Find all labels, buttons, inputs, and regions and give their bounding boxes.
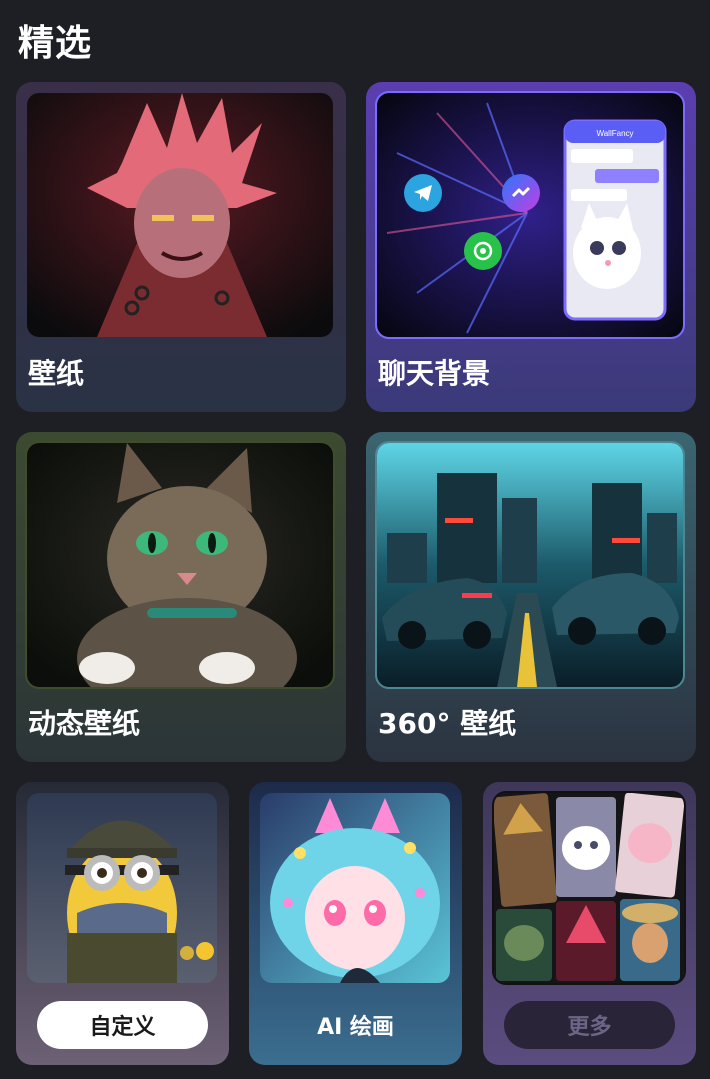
live-wallpaper-card-label: 动态壁纸	[28, 707, 141, 740]
wallpaper-card-label: 壁纸	[28, 357, 85, 390]
chat-background-thumbnail: WallFancy	[375, 91, 685, 339]
whatsapp-icon	[464, 232, 502, 270]
section-title: 精选	[18, 23, 93, 64]
wallpaper-360-card-label: 360° 壁纸	[378, 707, 517, 740]
more-button[interactable]: 更多	[504, 1001, 675, 1049]
chat-background-card[interactable]: WallFancy 聊天背景	[366, 82, 696, 412]
telegram-icon	[404, 174, 442, 212]
messenger-icon	[502, 174, 540, 212]
wallpaper-360-card[interactable]: 360° 壁纸	[366, 432, 696, 762]
chat-background-card-label: 聊天背景	[378, 357, 491, 390]
chat-app-name: WallFancy	[596, 129, 633, 138]
ai-painting-thumbnail	[260, 793, 450, 983]
live-wallpaper-card[interactable]: 动态壁纸	[16, 432, 346, 762]
wallpaper-card[interactable]: 壁纸	[16, 82, 346, 412]
live-wallpaper-thumbnail	[25, 441, 335, 689]
custom-button[interactable]: 自定义	[37, 1001, 208, 1049]
custom-tile[interactable]: 自定义	[16, 782, 229, 1065]
featured-page: 精选 壁纸 WallFancy 聊天背景 动态壁纸 360° 壁纸 自定义 AI…	[0, 0, 710, 1079]
custom-thumbnail	[27, 793, 217, 983]
wallpaper-thumbnail	[27, 93, 333, 337]
more-tile[interactable]: 更多	[483, 782, 696, 1065]
ai-painting-button[interactable]: AI 绘画	[249, 1001, 462, 1049]
ai-painting-tile[interactable]: AI 绘画	[249, 782, 462, 1065]
wallpaper-360-thumbnail	[375, 441, 685, 689]
more-thumbnail-collage	[492, 791, 686, 985]
